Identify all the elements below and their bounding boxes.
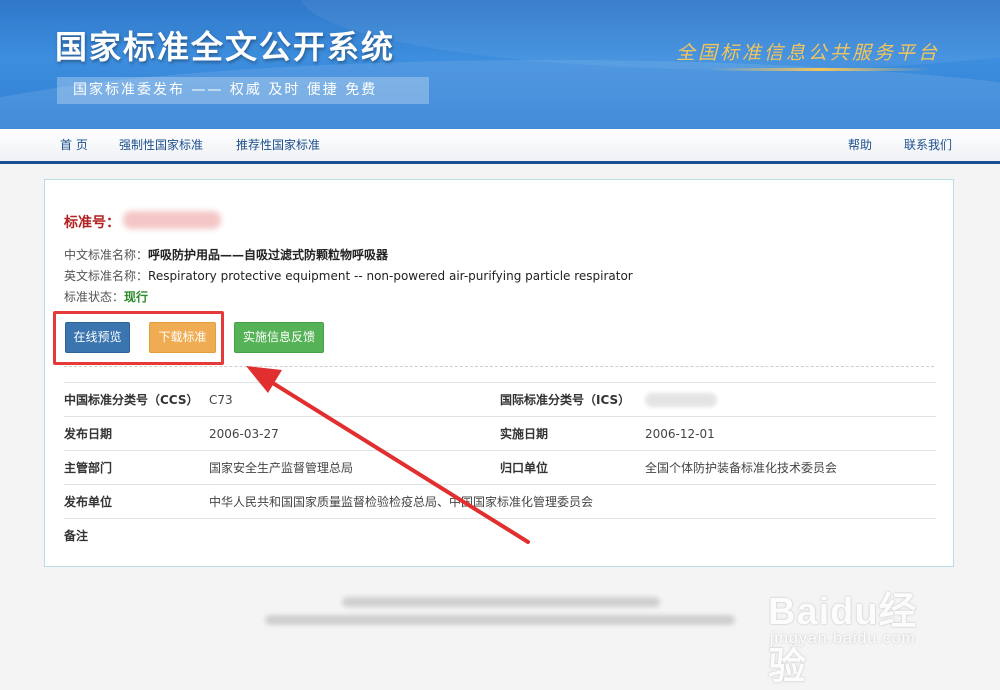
status-value: 现行 xyxy=(124,290,149,304)
main-nav: 首 页 强制性国家标准 推荐性国家标准 帮助 联系我们 xyxy=(0,129,1000,164)
owner-label: 归口单位 xyxy=(500,450,645,485)
table-row: 发布日期 2006-03-27 实施日期 2006-12-01 xyxy=(64,416,936,451)
nav-recommended-standards[interactable]: 推荐性国家标准 xyxy=(236,129,320,161)
en-name-value: Respiratory protective equipment -- non-… xyxy=(148,269,633,283)
section-divider xyxy=(64,366,934,367)
table-row: 备注 xyxy=(64,518,936,552)
remark-value xyxy=(209,518,936,552)
standard-detail-panel: 标准号： 中文标准名称：呼吸防护用品——自吸过滤式防颗粒物呼吸器 英文标准名称：… xyxy=(44,179,954,567)
ics-value xyxy=(645,382,936,417)
footer-text-blurred xyxy=(265,615,735,625)
site-title: 国家标准全文公开系统 xyxy=(55,28,396,66)
dept-label: 主管部门 xyxy=(64,450,209,485)
cn-name-label: 中文标准名称： xyxy=(64,248,149,262)
owner-value: 全国个体防护装备标准化技术委员会 xyxy=(645,450,936,485)
ccs-value: C73 xyxy=(209,382,500,417)
watermark-url: jingyan.baidu.com xyxy=(770,630,916,647)
table-row: 发布单位 中华人民共和国国家质量监督检验检疫总局、中国国家标准化管理委员会 xyxy=(64,484,936,519)
impl-date-label: 实施日期 xyxy=(500,416,645,451)
status-label: 标准状态： xyxy=(64,290,125,304)
footer-text-blurred xyxy=(342,597,660,607)
slogan-underline xyxy=(710,68,930,71)
issuer-label: 发布单位 xyxy=(64,484,209,519)
nav-help[interactable]: 帮助 xyxy=(848,129,872,161)
dept-value: 国家安全生产监督管理总局 xyxy=(209,450,500,485)
nav-contact-us[interactable]: 联系我们 xyxy=(904,129,952,161)
issuer-value: 中华人民共和国国家质量监督检验检疫总局、中国国家标准化管理委员会 xyxy=(209,484,936,519)
en-name-label: 英文标准名称： xyxy=(64,269,149,283)
publish-date-value: 2006-03-27 xyxy=(209,416,500,451)
impl-date-value: 2006-12-01 xyxy=(645,416,936,451)
baidu-watermark: Baidu经验 jingyan.baidu.com xyxy=(764,578,954,688)
standard-meta-table: 中国标准分类号（CCS） C73 国际标准分类号（ICS） 发布日期 2006-… xyxy=(64,382,936,552)
publish-date-label: 发布日期 xyxy=(64,416,209,451)
ics-label: 国际标准分类号（ICS） xyxy=(500,382,645,417)
nav-mandatory-standards[interactable]: 强制性国家标准 xyxy=(119,129,203,161)
remark-label: 备注 xyxy=(64,518,209,552)
cn-name-value: 呼吸防护用品——自吸过滤式防颗粒物呼吸器 xyxy=(148,248,389,262)
ics-value-redacted xyxy=(645,392,717,407)
standard-number-label: 标准号： xyxy=(64,215,120,231)
site-banner: 国家标准全文公开系统 国家标准委发布 —— 权威 及时 便捷 免费 全国标准信息… xyxy=(0,0,1000,129)
platform-slogan: 全国标准信息公共服务平台 xyxy=(675,42,940,64)
en-name-row: 英文标准名称：Respiratory protective equipment … xyxy=(64,267,633,284)
feedback-button[interactable]: 实施信息反馈 xyxy=(234,322,324,353)
standard-number-redacted xyxy=(123,211,221,229)
nav-home[interactable]: 首 页 xyxy=(60,129,88,161)
table-row: 主管部门 国家安全生产监督管理总局 归口单位 全国个体防护装备标准化技术委员会 xyxy=(64,450,936,485)
ccs-label: 中国标准分类号（CCS） xyxy=(64,382,209,417)
annotation-highlight-box xyxy=(53,311,224,365)
cn-name-row: 中文标准名称：呼吸防护用品——自吸过滤式防颗粒物呼吸器 xyxy=(64,246,388,263)
table-row: 中国标准分类号（CCS） C73 国际标准分类号（ICS） xyxy=(64,382,936,417)
status-row: 标准状态：现行 xyxy=(64,288,148,305)
site-subtitle: 国家标准委发布 —— 权威 及时 便捷 免费 xyxy=(57,77,429,104)
